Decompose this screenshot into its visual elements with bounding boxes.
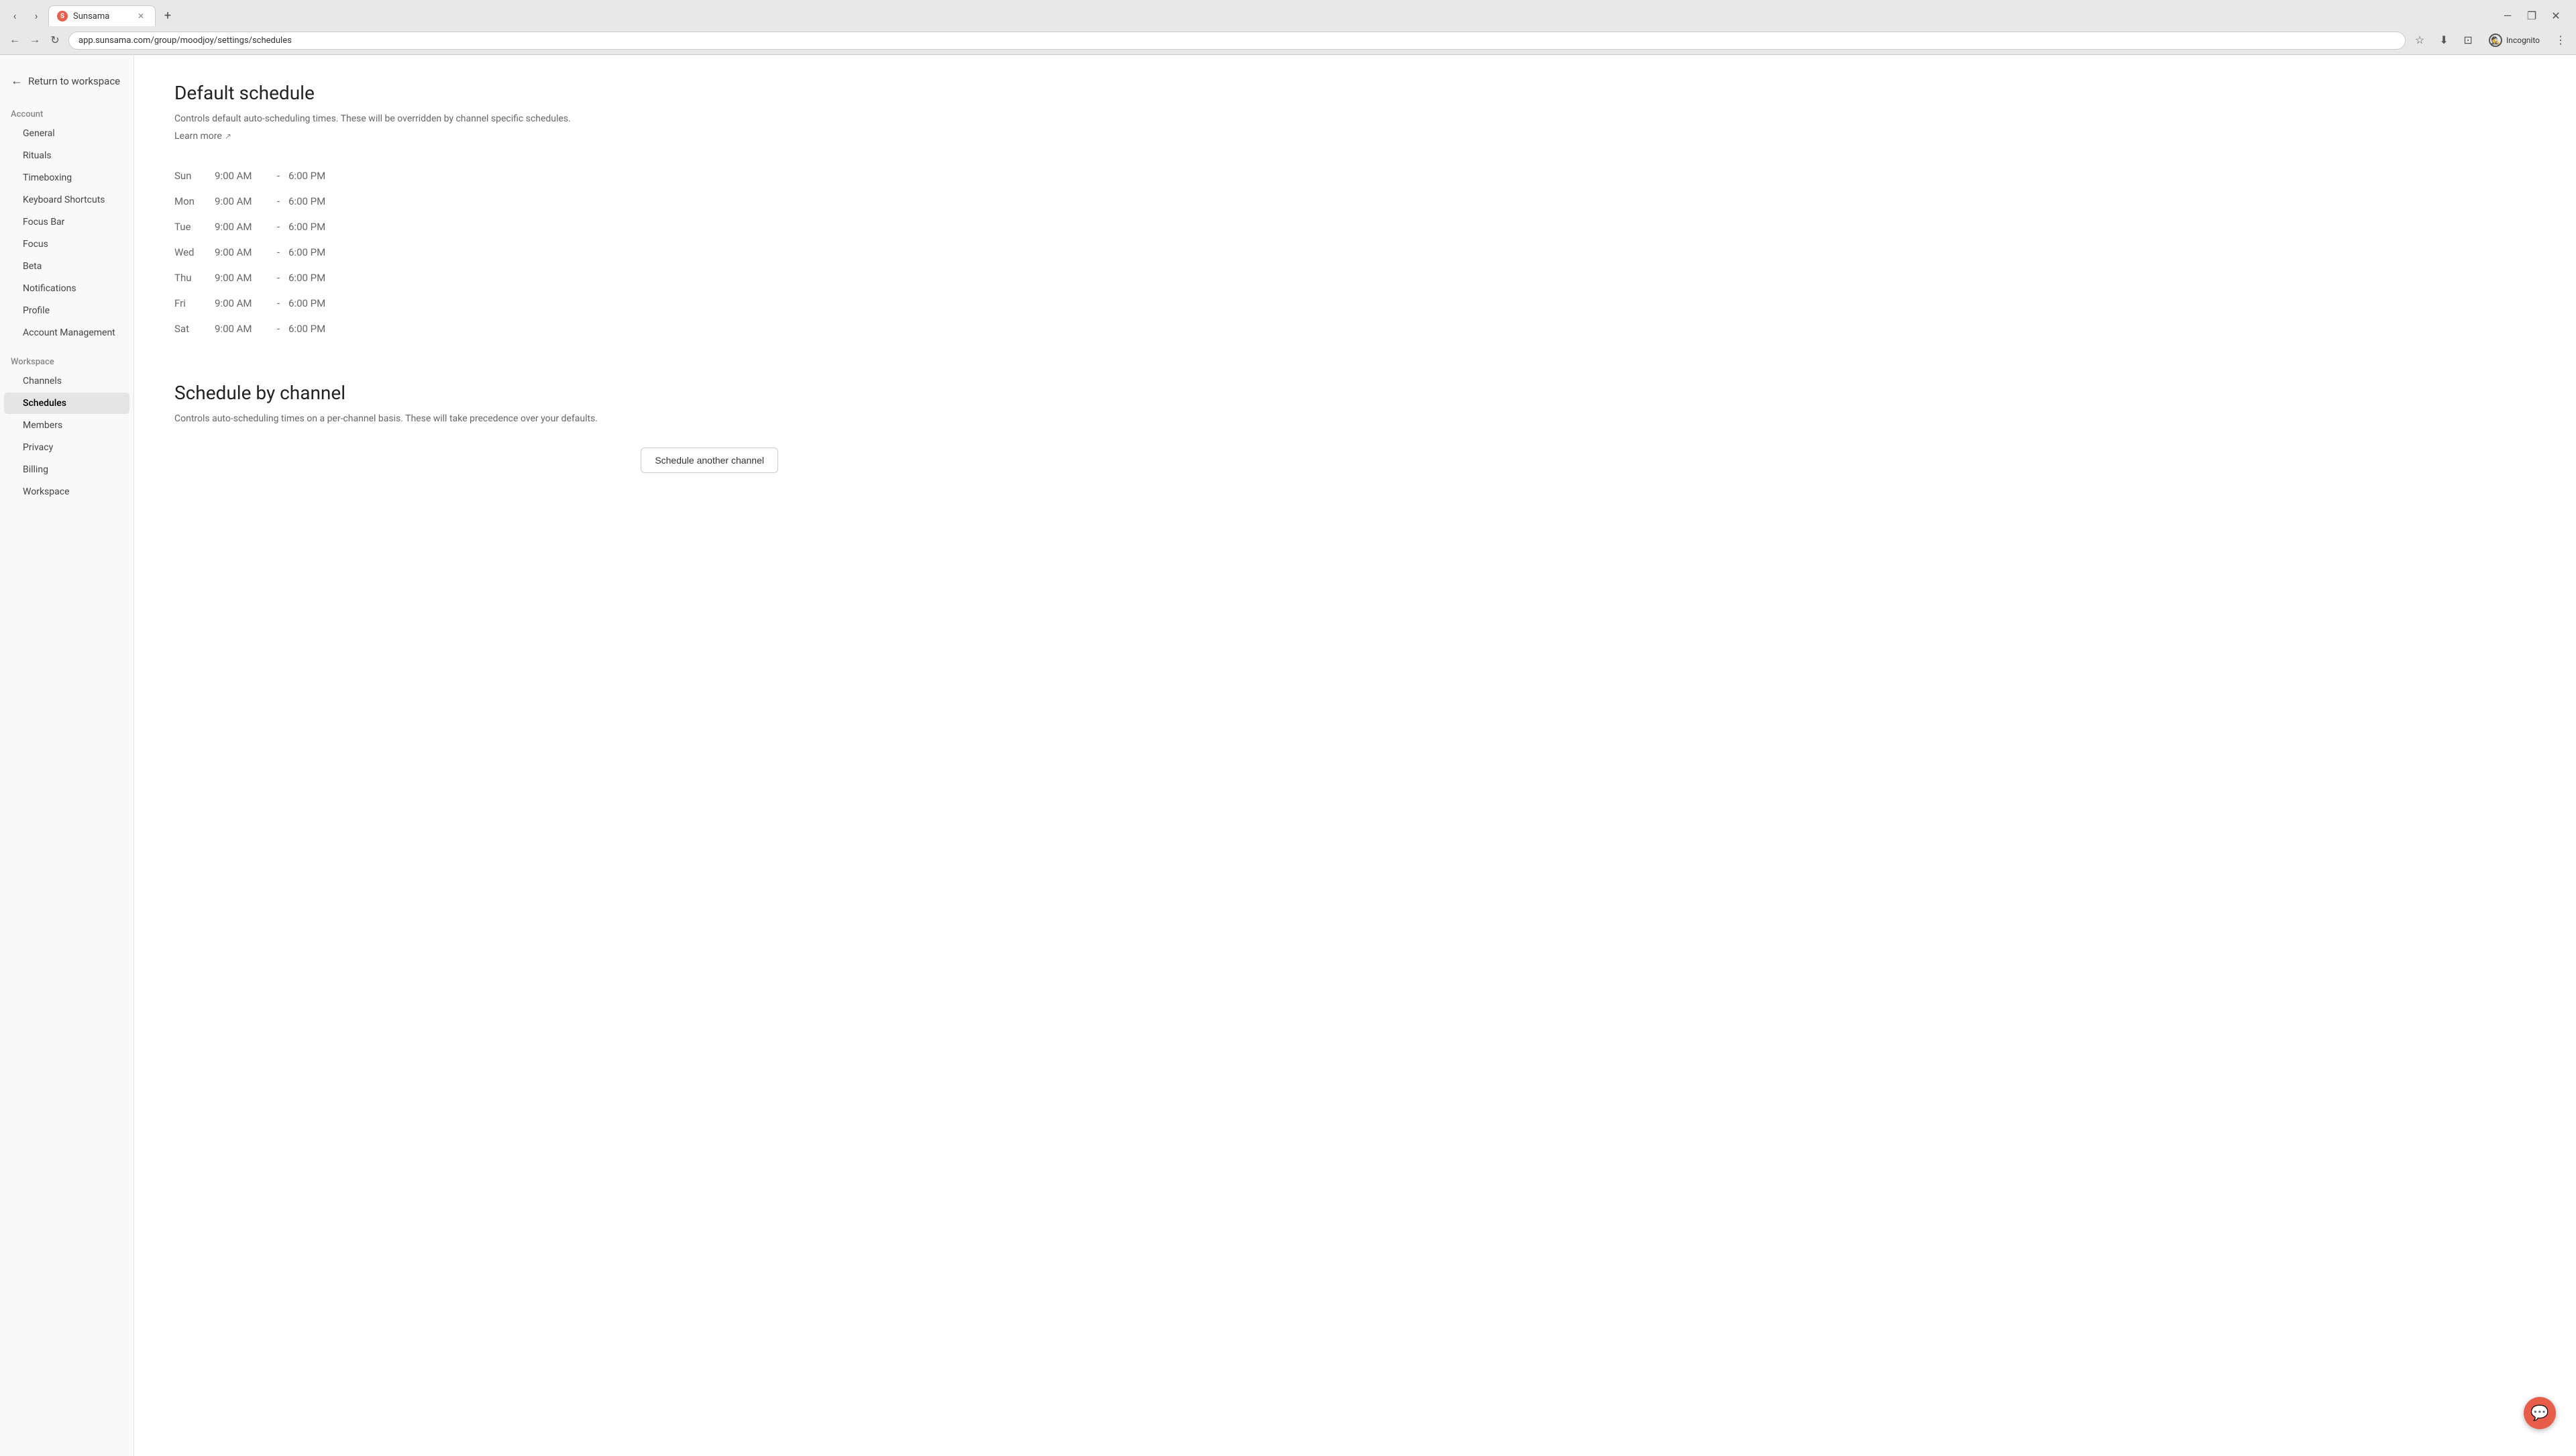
- end-fri: 6:00 PM: [288, 297, 342, 309]
- schedule-by-channel-title: Schedule by channel: [174, 382, 778, 404]
- schedule-another-channel-button[interactable]: Schedule another channel: [641, 448, 778, 473]
- schedule-row-tue: Tue 9:00 AM - 6:00 PM: [174, 214, 778, 240]
- refresh-button[interactable]: ↻: [46, 31, 64, 50]
- dash-tue: -: [268, 221, 288, 233]
- day-thu: Thu: [174, 272, 215, 284]
- active-tab[interactable]: S Sunsama ✕: [48, 5, 156, 26]
- sidebar-item-rituals[interactable]: Rituals: [4, 145, 129, 166]
- end-sun: 6:00 PM: [288, 170, 342, 182]
- tab-bar: ‹ › S Sunsama ✕ + — ❐ ✕: [0, 0, 2576, 26]
- sidebar-item-profile[interactable]: Profile: [4, 300, 129, 321]
- sidebar-item-focus[interactable]: Focus: [4, 233, 129, 255]
- day-wed: Wed: [174, 246, 215, 258]
- day-tue: Tue: [174, 221, 215, 233]
- start-wed: 9:00 AM: [215, 246, 268, 258]
- schedule-row-sun: Sun 9:00 AM - 6:00 PM: [174, 163, 778, 189]
- schedule-row-sat: Sat 9:00 AM - 6:00 PM: [174, 316, 778, 342]
- sidebar: ← Return to workspace Account General Ri…: [0, 55, 134, 1456]
- incognito-badge: 🕵 Incognito: [2482, 31, 2546, 50]
- sidebar-item-timeboxing[interactable]: Timeboxing: [4, 167, 129, 189]
- sidebar-item-focus-bar[interactable]: Focus Bar: [4, 211, 129, 233]
- sidebar-item-notifications[interactable]: Notifications: [4, 278, 129, 299]
- split-view-button[interactable]: ⊡: [2458, 30, 2478, 50]
- start-thu: 9:00 AM: [215, 272, 268, 284]
- maximize-button[interactable]: ❐: [2522, 7, 2541, 25]
- external-link-icon: ↗: [225, 132, 231, 141]
- end-sat: 6:00 PM: [288, 323, 342, 335]
- url-text: app.sunsama.com/group/moodjoy/settings/s…: [78, 36, 292, 46]
- end-tue: 6:00 PM: [288, 221, 342, 233]
- start-tue: 9:00 AM: [215, 221, 268, 233]
- schedule-row-wed: Wed 9:00 AM - 6:00 PM: [174, 240, 778, 265]
- main-content: Default schedule Controls default auto-s…: [134, 55, 2576, 1456]
- forward-button[interactable]: →: [25, 31, 44, 50]
- default-schedule-desc: Controls default auto-scheduling times. …: [174, 112, 778, 126]
- url-bar[interactable]: app.sunsama.com/group/moodjoy/settings/s…: [68, 32, 2406, 50]
- account-section-label: Account: [0, 104, 133, 122]
- default-schedule-section: Default schedule Controls default auto-s…: [174, 82, 778, 342]
- sidebar-item-members[interactable]: Members: [4, 415, 129, 436]
- new-tab-button[interactable]: +: [158, 7, 177, 25]
- sidebar-item-channels[interactable]: Channels: [4, 370, 129, 392]
- incognito-icon: 🕵: [2489, 34, 2502, 47]
- sidebar-item-workspace[interactable]: Workspace: [4, 481, 129, 503]
- schedule-table: Sun 9:00 AM - 6:00 PM Mon 9:00 AM - 6:00…: [174, 163, 778, 342]
- nav-controls: ← → ↻: [5, 31, 64, 50]
- day-fri: Fri: [174, 297, 215, 309]
- chat-fab-button[interactable]: 💬: [2524, 1397, 2556, 1429]
- sidebar-item-beta[interactable]: Beta: [4, 256, 129, 277]
- sidebar-item-schedules[interactable]: Schedules: [4, 393, 129, 414]
- schedule-row-mon: Mon 9:00 AM - 6:00 PM: [174, 189, 778, 214]
- schedule-row-fri: Fri 9:00 AM - 6:00 PM: [174, 291, 778, 316]
- end-wed: 6:00 PM: [288, 246, 342, 258]
- close-window-button[interactable]: ✕: [2546, 7, 2565, 25]
- dash-fri: -: [268, 297, 288, 309]
- learn-more-link[interactable]: Learn more ↗: [174, 131, 231, 142]
- sidebar-item-keyboard-shortcuts[interactable]: Keyboard Shortcuts: [4, 189, 129, 211]
- sidebar-item-billing[interactable]: Billing: [4, 459, 129, 480]
- dash-sun: -: [268, 170, 288, 182]
- default-schedule-title: Default schedule: [174, 82, 778, 104]
- bookmark-button[interactable]: ☆: [2410, 30, 2430, 50]
- dash-wed: -: [268, 246, 288, 258]
- download-button[interactable]: ⬇: [2434, 30, 2454, 50]
- tab-title: Sunsama: [73, 11, 109, 21]
- browser-chrome: ‹ › S Sunsama ✕ + — ❐ ✕ ← → ↻ app.suns: [0, 0, 2576, 55]
- dash-mon: -: [268, 195, 288, 207]
- return-arrow-icon: ←: [11, 74, 23, 88]
- sidebar-item-general[interactable]: General: [4, 123, 129, 144]
- dash-thu: -: [268, 272, 288, 284]
- chat-icon: 💬: [2530, 1405, 2548, 1422]
- sidebar-item-privacy[interactable]: Privacy: [4, 437, 129, 458]
- schedule-by-channel-section: Schedule by channel Controls auto-schedu…: [174, 382, 778, 473]
- toolbar-actions: ☆ ⬇ ⊡ 🕵 Incognito ⋮: [2410, 30, 2571, 50]
- tab-back-button: ‹: [5, 7, 24, 25]
- day-sun: Sun: [174, 170, 215, 182]
- menu-button[interactable]: ⋮: [2551, 30, 2571, 50]
- workspace-section-label: Workspace: [0, 352, 133, 370]
- schedule-by-channel-desc: Controls auto-scheduling times on a per-…: [174, 412, 778, 426]
- sidebar-item-account-management[interactable]: Account Management: [4, 322, 129, 344]
- minimize-button[interactable]: —: [2498, 7, 2517, 25]
- tab-close-button[interactable]: ✕: [135, 10, 147, 22]
- browser-toolbar: ← → ↻ app.sunsama.com/group/moodjoy/sett…: [0, 26, 2576, 54]
- tab-favicon: S: [57, 11, 68, 21]
- incognito-label: Incognito: [2506, 36, 2540, 45]
- start-sat: 9:00 AM: [215, 323, 268, 335]
- start-sun: 9:00 AM: [215, 170, 268, 182]
- app-container: ← Return to workspace Account General Ri…: [0, 55, 2576, 1456]
- start-mon: 9:00 AM: [215, 195, 268, 207]
- start-fri: 9:00 AM: [215, 297, 268, 309]
- day-sat: Sat: [174, 323, 215, 335]
- schedule-row-thu: Thu 9:00 AM - 6:00 PM: [174, 265, 778, 291]
- dash-sat: -: [268, 323, 288, 335]
- back-button[interactable]: ←: [5, 31, 24, 50]
- return-to-workspace-link[interactable]: ← Return to workspace: [0, 66, 133, 96]
- tab-forward-button: ›: [27, 7, 46, 25]
- end-thu: 6:00 PM: [288, 272, 342, 284]
- day-mon: Mon: [174, 195, 215, 207]
- return-label: Return to workspace: [28, 75, 120, 87]
- end-mon: 6:00 PM: [288, 195, 342, 207]
